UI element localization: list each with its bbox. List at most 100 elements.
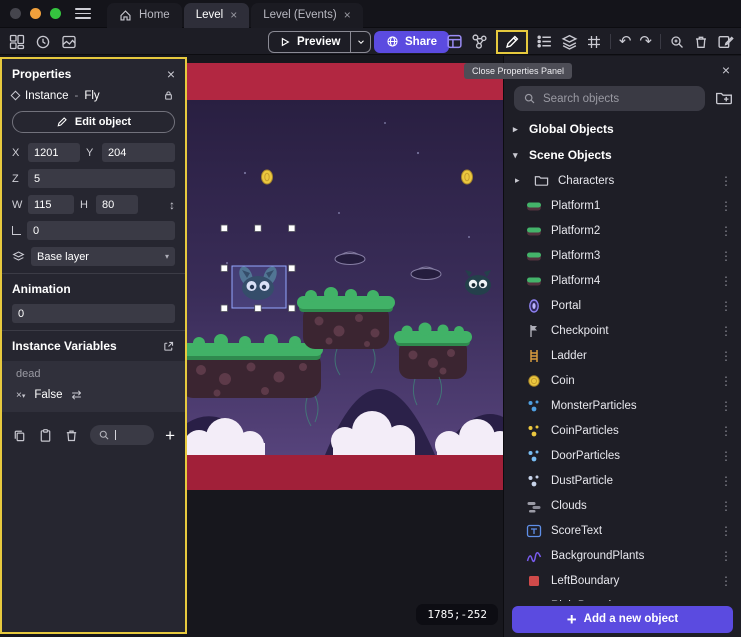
edit-scene-icon[interactable] (717, 33, 734, 50)
object-item-ladder[interactable]: Ladder ⋮ (504, 343, 741, 368)
minimize-window-button[interactable] (30, 8, 41, 19)
object-item-platform1[interactable]: Platform1 ⋮ (504, 193, 741, 218)
window-controls (10, 8, 61, 19)
group-global-objects[interactable]: ▸ Global Objects (504, 116, 741, 142)
item-menu-icon[interactable]: ⋮ (720, 274, 732, 288)
tab-home[interactable]: Home (107, 3, 182, 28)
layer-select[interactable]: Base layer ▾ (31, 247, 175, 266)
copy-icon[interactable] (12, 428, 27, 443)
chevron-right-icon: ▸ (513, 124, 522, 135)
maximize-window-button[interactable] (50, 8, 61, 19)
add-folder-icon[interactable] (715, 89, 733, 107)
bottom-boundary[interactable] (187, 455, 503, 490)
close-tab-icon[interactable]: × (344, 9, 351, 21)
top-boundary[interactable] (187, 63, 503, 100)
object-item-checkpoint[interactable]: Checkpoint ⋮ (504, 318, 741, 343)
scene-canvas[interactable] (187, 55, 503, 637)
scene-editor-canvas[interactable]: 1785;-252 (187, 55, 503, 637)
object-item-coin[interactable]: Coin ⋮ (504, 368, 741, 393)
object-item-coinparticles[interactable]: CoinParticles ⋮ (504, 418, 741, 443)
delete-variable-icon[interactable] (64, 428, 79, 443)
close-objects-icon[interactable]: × (722, 63, 730, 77)
variables-search-input[interactable] (90, 425, 154, 445)
pencil-icon[interactable] (504, 34, 520, 50)
item-menu-icon[interactable]: ⋮ (720, 349, 732, 363)
close-tab-icon[interactable]: × (230, 9, 237, 21)
item-menu-icon[interactable]: ⋮ (720, 174, 732, 188)
item-menu-icon[interactable]: ⋮ (720, 574, 732, 588)
dash: - (74, 90, 78, 102)
node-graph-icon[interactable] (471, 33, 488, 50)
history-clock-icon[interactable] (35, 34, 51, 50)
animation-input[interactable] (12, 304, 175, 323)
frame-icon[interactable] (61, 34, 77, 50)
preview-button[interactable]: Preview (268, 31, 371, 53)
layers-icon[interactable] (561, 33, 578, 50)
object-item-platform4[interactable]: Platform4 ⋮ (504, 268, 741, 293)
x-input[interactable] (28, 143, 80, 162)
object-item-monsterparticles[interactable]: MonsterParticles ⋮ (504, 393, 741, 418)
object-item-platform2[interactable]: Platform2 ⋮ (504, 218, 741, 243)
lock-aspect-icon[interactable]: ↕ (169, 198, 175, 212)
animation-section-title: Animation (2, 282, 185, 296)
panels-icon[interactable] (9, 34, 25, 50)
object-search[interactable] (514, 86, 705, 111)
objects-panel-icon[interactable] (446, 33, 463, 50)
z-input[interactable] (28, 169, 175, 188)
object-item-leftboundary[interactable]: LeftBoundary ⋮ (504, 568, 741, 593)
object-item-dustparticle[interactable]: DustParticle ⋮ (504, 468, 741, 493)
object-item-portal[interactable]: Portal ⋮ (504, 293, 741, 318)
group-scene-objects[interactable]: ▾ Scene Objects (504, 142, 741, 168)
folder-icon (533, 173, 549, 189)
tab-level-events[interactable]: Level (Events) × (251, 3, 363, 28)
add-object-button[interactable]: + Add a new object (512, 606, 733, 633)
item-menu-icon[interactable]: ⋮ (720, 449, 732, 463)
lock-icon[interactable] (162, 89, 175, 102)
item-menu-icon[interactable]: ⋮ (720, 249, 732, 263)
search-objects-input[interactable] (543, 93, 696, 105)
y-input[interactable] (102, 143, 175, 162)
item-menu-icon[interactable]: ⋮ (720, 324, 732, 338)
preview-dropdown[interactable] (350, 32, 370, 52)
open-variables-icon[interactable] (162, 340, 175, 353)
item-menu-icon[interactable]: ⋮ (720, 424, 732, 438)
object-item-platform3[interactable]: Platform3 ⋮ (504, 243, 741, 268)
add-variable-button[interactable]: + (165, 427, 175, 444)
redo-icon[interactable]: ↷ (639, 34, 652, 49)
grid-icon[interactable] (586, 34, 602, 50)
angle-input[interactable] (27, 221, 175, 240)
share-button[interactable]: Share (374, 31, 449, 53)
edit-object-button[interactable]: Edit object (12, 111, 175, 133)
undo-icon[interactable]: ↶ (619, 34, 632, 49)
item-menu-icon[interactable]: ⋮ (720, 199, 732, 213)
toggle-value-icon[interactable]: ⇄ (71, 388, 81, 402)
object-item-clouds[interactable]: Clouds ⋮ (504, 493, 741, 518)
height-input[interactable] (96, 195, 138, 214)
close-window-button[interactable] (10, 8, 21, 19)
paste-icon[interactable] (38, 428, 53, 443)
item-menu-icon[interactable]: ⋮ (720, 474, 732, 488)
object-item-characters[interactable]: ▸ Characters ⋮ (504, 168, 741, 193)
item-menu-icon[interactable]: ⋮ (720, 299, 732, 313)
object-item-scoretext[interactable]: ScoreText ⋮ (504, 518, 741, 543)
object-item-doorparticles[interactable]: DoorParticles ⋮ (504, 443, 741, 468)
item-menu-icon[interactable]: ⋮ (720, 224, 732, 238)
item-menu-icon[interactable]: ⋮ (720, 399, 732, 413)
object-item-backgroundplants[interactable]: BackgroundPlants ⋮ (504, 543, 741, 568)
width-input[interactable] (28, 195, 74, 214)
coin-instance[interactable] (462, 170, 473, 184)
item-menu-icon[interactable]: ⋮ (720, 549, 732, 563)
item-menu-icon[interactable]: ⋮ (720, 524, 732, 538)
boundary-icon (526, 573, 542, 589)
close-properties-icon[interactable]: × (167, 67, 175, 81)
trash-icon[interactable] (693, 34, 709, 50)
item-menu-icon[interactable]: ⋮ (720, 374, 732, 388)
particles-icon (526, 423, 542, 439)
tab-level[interactable]: Level × (184, 3, 250, 28)
coin-instance[interactable] (262, 170, 273, 184)
item-menu-icon[interactable]: ⋮ (720, 499, 732, 513)
menu-icon[interactable] (75, 8, 91, 19)
instances-list-icon[interactable] (536, 33, 553, 50)
boolean-type-icon[interactable]: ×▾ (16, 390, 25, 401)
zoom-icon[interactable] (669, 34, 685, 50)
